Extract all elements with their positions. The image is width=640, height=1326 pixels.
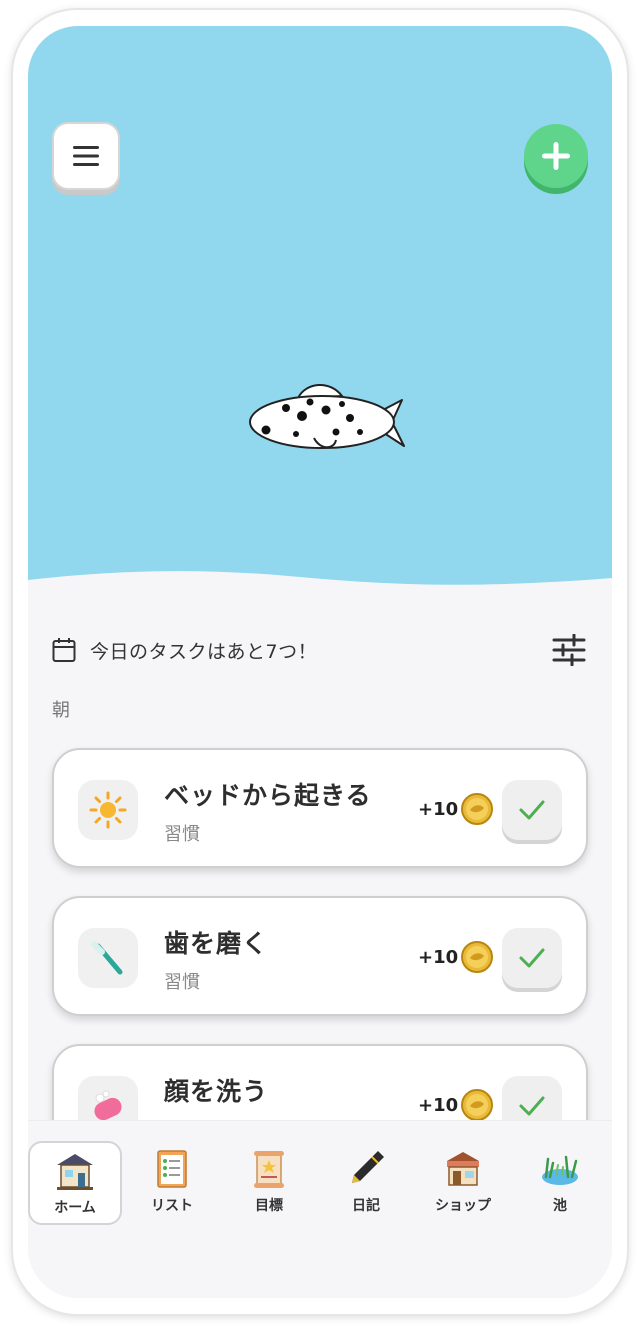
tab-home[interactable]: ホーム — [28, 1141, 122, 1225]
task-category: 習慣 — [164, 824, 200, 845]
reward-amount: +10 — [418, 798, 459, 820]
checklist-icon — [157, 1150, 187, 1188]
koi-fish[interactable] — [244, 376, 410, 456]
complete-task-button[interactable] — [502, 928, 562, 988]
task-title: 顔を洗う — [164, 1077, 269, 1106]
task-category: 習慣 — [164, 972, 200, 993]
tab-label: ショップ — [435, 1198, 491, 1214]
bottom-tab-bar: ホーム リスト 目標 日記 ショップ 池 — [28, 1120, 612, 1298]
tab-shop[interactable]: ショップ — [416, 1141, 510, 1225]
task-title: 歯を磨く — [164, 929, 269, 958]
toothbrush-icon — [91, 941, 123, 975]
task-icon-box — [78, 928, 138, 988]
sun-icon — [89, 791, 127, 829]
complete-task-button[interactable] — [502, 780, 562, 840]
tab-label: 目標 — [255, 1198, 283, 1214]
task-reward: +10 — [418, 792, 494, 826]
hamburger-menu-icon — [73, 146, 99, 166]
remaining-tasks-text: 今日のタスクはあと7つ！ — [90, 640, 318, 663]
plus-icon — [542, 142, 570, 170]
coin-icon — [461, 1089, 494, 1121]
task-reward: +10 — [418, 1088, 494, 1122]
sliders-icon[interactable] — [552, 634, 586, 666]
tab-goals[interactable]: 目標 — [222, 1141, 316, 1225]
add-task-button[interactable] — [524, 124, 588, 188]
task-title: ベッドから起きる — [164, 781, 372, 810]
shop-icon — [447, 1152, 479, 1186]
tab-pond[interactable]: 池 — [513, 1141, 607, 1225]
tab-label: 日記 — [352, 1198, 380, 1214]
pond-icon — [542, 1155, 578, 1185]
app-screen: 今日のタスクはあと7つ！ 朝 ベッドから起きる 習慣 +10 歯を磨く 習慣 +… — [28, 26, 612, 1298]
house-icon — [57, 1154, 93, 1190]
section-morning-label: 朝 — [52, 700, 70, 721]
task-card[interactable]: ベッドから起きる 習慣 +10 — [52, 748, 588, 868]
reward-amount: +10 — [418, 1094, 459, 1116]
tab-label: リスト — [151, 1198, 193, 1214]
reward-amount: +10 — [418, 946, 459, 968]
pond-area — [28, 26, 612, 616]
wave-divider — [28, 571, 612, 626]
scroll-icon — [254, 1151, 284, 1188]
check-icon — [519, 800, 545, 820]
coin-icon — [461, 941, 494, 973]
calendar-icon — [52, 638, 76, 662]
task-card[interactable]: 歯を磨く 習慣 +10 — [52, 896, 588, 1016]
task-summary: 今日のタスクはあと7つ！ — [52, 630, 588, 670]
task-reward: +10 — [418, 940, 494, 974]
coin-icon — [461, 793, 494, 825]
menu-button[interactable] — [52, 122, 120, 190]
check-icon — [519, 1096, 545, 1116]
tab-diary[interactable]: 日記 — [319, 1141, 413, 1225]
tab-list[interactable]: リスト — [125, 1141, 219, 1225]
tab-label: 池 — [553, 1198, 567, 1214]
pen-icon — [352, 1151, 384, 1183]
check-icon — [519, 948, 545, 968]
tab-label: ホーム — [54, 1200, 96, 1216]
task-icon-box — [78, 780, 138, 840]
